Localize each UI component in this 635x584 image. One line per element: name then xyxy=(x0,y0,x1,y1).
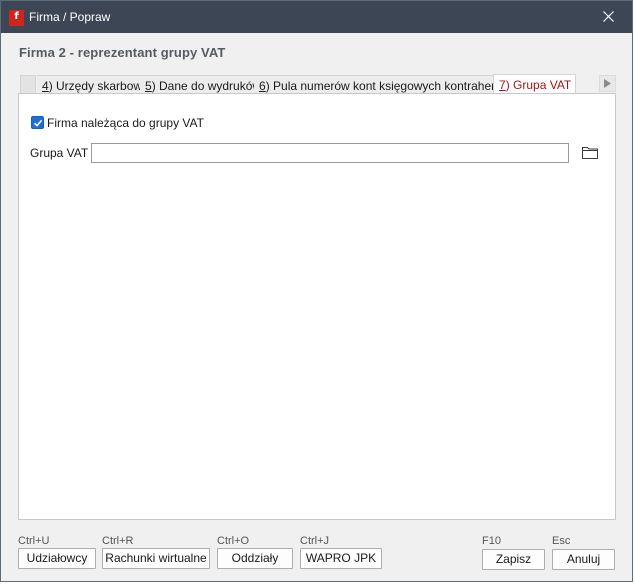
tab-strip: 4) Urzędy skarbowe 5) Dane do wydruków 6… xyxy=(18,73,616,94)
tab-number: 7 xyxy=(499,78,506,92)
tab-label: ) Pula numerów kont księgowych kontrahen… xyxy=(265,79,517,93)
tab-grupa-vat[interactable]: 7) Grupa VAT xyxy=(493,74,577,94)
tab-pula-numerow-kont[interactable]: 6) Pula numerów kont księgowych kontrahe… xyxy=(254,75,522,93)
shortcut-zapisz: F10 xyxy=(482,535,501,547)
app-logo-icon: f xyxy=(9,10,24,26)
window-title: Firma / Popraw xyxy=(29,10,111,24)
app-logo-letter: f xyxy=(14,11,19,22)
tab-content-panel: Firma należąca do grupy VAT Grupa VAT xyxy=(18,93,616,520)
tab-scroll-right-button[interactable] xyxy=(599,75,616,92)
tab-number: 6 xyxy=(259,79,266,93)
shortcut-anuluj: Esc xyxy=(552,535,571,547)
tab-scroll-left-area[interactable] xyxy=(20,75,36,93)
shortcut-wapro-jpk: Ctrl+J xyxy=(300,535,330,547)
tab-label: ) Urzędy skarbowe xyxy=(48,79,149,93)
tab-label: ) Dane do wydruków xyxy=(151,79,262,93)
dialog-window: f Firma / Popraw Firma 2 - reprezentant … xyxy=(0,0,633,582)
shortcut-udzialowcy: Ctrl+U xyxy=(18,535,50,547)
firma-grupa-vat-checkbox[interactable] xyxy=(31,116,44,129)
checkbox-label[interactable]: Firma należąca do grupy VAT xyxy=(47,116,204,130)
rachunki-wirtualne-button[interactable]: Rachunki wirtualne xyxy=(102,548,210,569)
tab-dane-do-wydrukow[interactable]: 5) Dane do wydruków xyxy=(140,75,267,93)
shortcut-oddzialy: Ctrl+O xyxy=(217,535,250,547)
close-button[interactable] xyxy=(587,1,631,33)
browse-folder-button[interactable] xyxy=(581,144,599,160)
checkmark-icon xyxy=(33,119,43,127)
grupa-vat-label: Grupa VAT xyxy=(30,146,89,160)
title-bar[interactable]: f Firma / Popraw xyxy=(1,1,632,33)
tab-number: 5 xyxy=(145,79,152,93)
anuluj-button[interactable]: Anuluj xyxy=(552,549,615,570)
folder-icon xyxy=(582,147,598,159)
tab-number: 4 xyxy=(42,79,49,93)
close-icon xyxy=(603,11,614,22)
tab-urzedy-skarbowe[interactable]: 4) Urzędy skarbowe xyxy=(37,75,154,93)
grupa-vat-input[interactable] xyxy=(91,143,569,163)
dialog-heading: Firma 2 - reprezentant grupy VAT xyxy=(19,45,226,60)
zapisz-button[interactable]: Zapisz xyxy=(482,549,545,570)
shortcut-rachunki: Ctrl+R xyxy=(102,535,134,547)
wapro-jpk-button[interactable]: WAPRO JPK xyxy=(300,548,382,569)
tab-label: ) Grupa VAT xyxy=(505,78,572,92)
oddzialy-button[interactable]: Oddziały xyxy=(217,548,293,569)
udzialowcy-button[interactable]: Udziałowcy xyxy=(18,548,96,569)
triangle-right-icon xyxy=(604,79,611,88)
